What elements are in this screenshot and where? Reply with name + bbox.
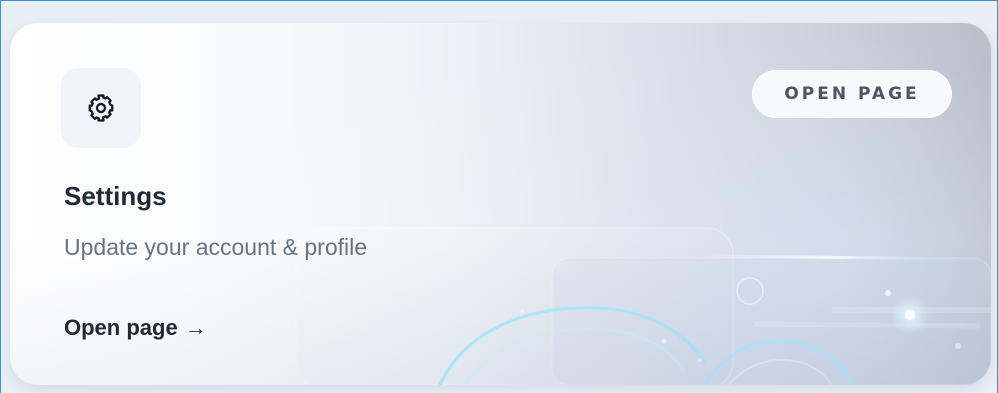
screenshot-frame: OPEN PAGE Settings Update your account &… (0, 0, 998, 393)
gear-icon (88, 94, 114, 122)
open-page-label: Open page (64, 315, 178, 340)
card-subtitle: Update your account & profile (64, 234, 368, 260)
card-title: Settings (64, 181, 167, 211)
open-page-badge[interactable]: OPEN PAGE (752, 70, 952, 118)
settings-icon-container (61, 68, 141, 148)
arrow-right-icon: → (184, 315, 207, 340)
open-page-link[interactable]: Open page → (64, 315, 207, 341)
settings-card[interactable]: OPEN PAGE Settings Update your account &… (10, 23, 991, 385)
